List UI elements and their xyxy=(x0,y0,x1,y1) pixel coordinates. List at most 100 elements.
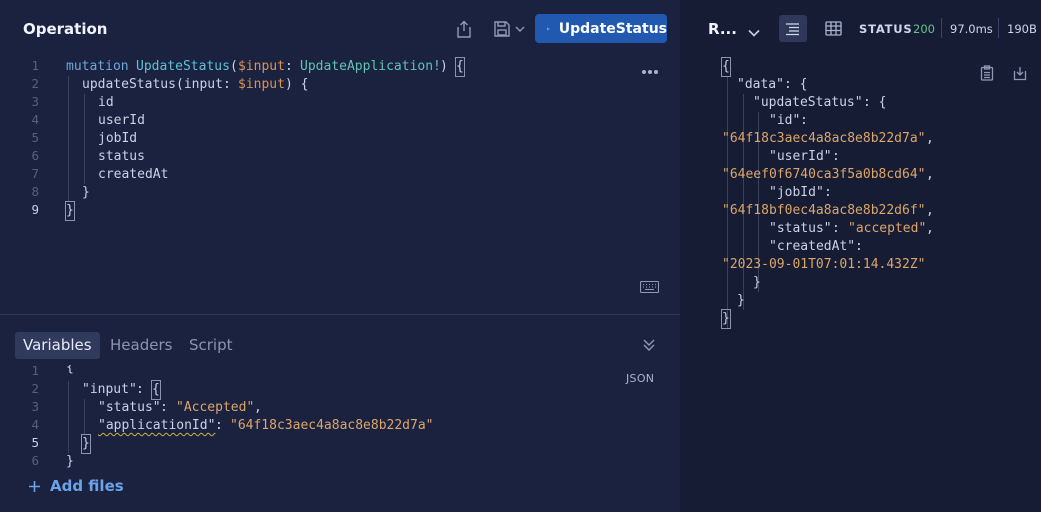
json-key: "input" xyxy=(82,382,137,397)
line-number: 9 xyxy=(31,202,39,217)
line-number: 3 xyxy=(31,94,39,109)
response-time: 97.0ms xyxy=(950,22,993,36)
format-label: JSON xyxy=(626,372,655,385)
json-sep: , xyxy=(254,400,262,415)
divider xyxy=(998,18,999,38)
run-operation-button[interactable]: UpdateStatus xyxy=(535,14,667,43)
field-token: updateStatus xyxy=(82,77,176,92)
json-sep: : xyxy=(832,149,840,164)
json-string: "64f18c3aec4a8ac8e8b22d7a" xyxy=(230,418,434,433)
variables-editor[interactable]: 1 2 3 4 5 6 { "input" : { "status" : "Ac… xyxy=(0,365,600,475)
code-line: { xyxy=(66,365,74,375)
variables-panel: Variables Headers Script JSON 1 2 3 4 5 … xyxy=(0,315,680,512)
json-key: "jobId" xyxy=(769,185,824,200)
tab-script[interactable]: Script xyxy=(181,332,241,359)
args-token: (input: xyxy=(176,77,239,92)
indent-guide xyxy=(68,76,69,202)
code-line: } xyxy=(81,434,91,454)
json-key: "status" xyxy=(769,221,832,236)
json-sep: , xyxy=(926,203,934,218)
args-token: ) { xyxy=(285,77,309,92)
indent-guide xyxy=(84,399,85,435)
json-sep: : { xyxy=(863,95,887,110)
operation-name-token: UpdateStatus xyxy=(136,59,230,74)
json-sep: : xyxy=(160,400,176,415)
json-line: } xyxy=(721,309,731,329)
code-line: } xyxy=(66,454,74,469)
variable-token: $input xyxy=(238,59,285,74)
share-icon[interactable] xyxy=(452,18,476,40)
json-sep: : { xyxy=(784,77,808,92)
chevron-down-icon[interactable] xyxy=(747,23,761,42)
line-number: 1 xyxy=(31,365,39,378)
add-files-label: Add files xyxy=(50,477,124,495)
json-sep: : xyxy=(800,113,808,128)
paren-token: ) xyxy=(440,59,456,74)
response-size: 190B xyxy=(1007,22,1037,36)
tab-variables[interactable]: Variables xyxy=(15,332,100,359)
line-number: 1 xyxy=(31,58,39,73)
line-number: 5 xyxy=(31,435,39,450)
line-number: 4 xyxy=(31,417,39,432)
paren-token: ( xyxy=(230,59,238,74)
code-line: createdAt xyxy=(98,167,169,182)
line-number: 2 xyxy=(31,76,39,91)
keyboard-icon[interactable] xyxy=(639,278,660,297)
line-number: 5 xyxy=(31,130,39,145)
code-line: } xyxy=(65,201,75,221)
line-number: 6 xyxy=(31,148,39,163)
json-sep: , xyxy=(926,221,934,236)
json-string: "64eef0f6740ca3f5a0b8cd64" xyxy=(722,167,926,182)
json-key: "createdAt" xyxy=(769,239,856,254)
json-sep: , xyxy=(926,167,934,182)
chevron-down-icon[interactable] xyxy=(512,18,528,40)
save-icon[interactable] xyxy=(490,18,514,40)
json-line: } xyxy=(753,275,761,290)
json-key: "applicationId" xyxy=(98,418,216,433)
operation-panel: Operation UpdateStatus 1 2 3 4 5 6 7 8 9… xyxy=(0,0,680,315)
line-number: 4 xyxy=(31,112,39,127)
json-string: "64f18c3aec4a8ac8e8b22d7a" xyxy=(722,131,926,146)
type-token: UpdateApplication! xyxy=(300,59,441,74)
run-button-label: UpdateStatus xyxy=(558,20,667,37)
brace-token: { xyxy=(455,57,465,77)
play-icon xyxy=(547,27,550,30)
json-string: "2023-09-01T07:01:14.432Z" xyxy=(722,257,926,272)
json-key: "status" xyxy=(98,400,161,415)
text-view-icon[interactable] xyxy=(779,15,807,42)
json-sep: : xyxy=(136,382,152,397)
status-code: 200 xyxy=(913,22,935,36)
operation-editor[interactable]: 1 2 3 4 5 6 7 8 9 mutation UpdateStatus … xyxy=(0,57,630,258)
indent-guide xyxy=(84,94,85,184)
colon-token: : xyxy=(285,59,301,74)
code-line: jobId xyxy=(98,131,138,146)
line-number: 6 xyxy=(31,453,39,468)
json-key: "userId" xyxy=(769,149,832,164)
response-title: R... xyxy=(708,20,737,38)
line-number: 7 xyxy=(31,166,39,181)
json-key: "updateStatus" xyxy=(753,95,863,110)
operation-title: Operation xyxy=(23,20,108,38)
json-string: "Accepted" xyxy=(176,400,255,415)
json-sep: , xyxy=(926,131,934,146)
table-view-icon[interactable] xyxy=(819,15,847,42)
divider xyxy=(941,18,942,38)
variable-token: $input xyxy=(238,77,285,92)
json-sep: : xyxy=(855,239,863,254)
chevrons-down-icon[interactable] xyxy=(641,337,657,357)
plus-icon xyxy=(29,480,40,492)
add-files-button[interactable]: Add files xyxy=(28,477,124,495)
code-line: id xyxy=(98,95,114,110)
code-line: } xyxy=(82,185,90,200)
line-number: 2 xyxy=(31,381,39,396)
brace-token: { xyxy=(151,380,161,400)
json-string: "accepted" xyxy=(848,221,927,236)
json-line: { xyxy=(721,57,731,77)
line-number: 8 xyxy=(31,184,39,199)
json-sep: : xyxy=(832,221,848,236)
response-viewer[interactable]: { "data" : { "updateStatus" : { "id" : "… xyxy=(680,57,1041,338)
more-horizontal-icon[interactable] xyxy=(639,64,661,80)
json-sep: : xyxy=(215,418,231,433)
code-line: userId xyxy=(98,113,145,128)
tab-headers[interactable]: Headers xyxy=(102,332,180,359)
